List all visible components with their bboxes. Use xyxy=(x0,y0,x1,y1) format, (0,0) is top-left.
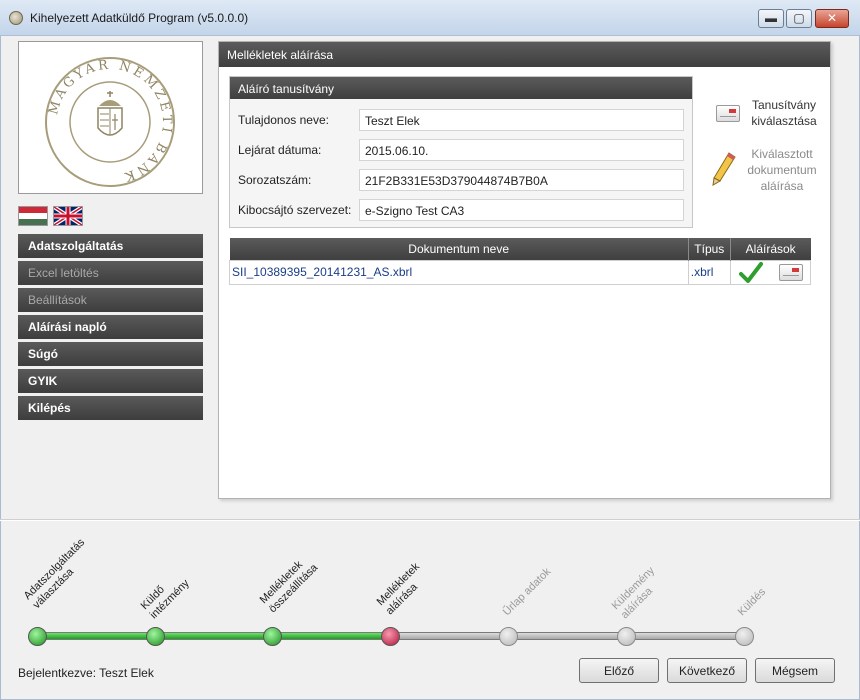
pencil-icon xyxy=(712,152,736,186)
step-label-1: Adatszolgáltatás választása xyxy=(21,536,88,612)
step-dot-6 xyxy=(617,627,636,646)
close-button[interactable]: ✕ xyxy=(815,9,849,28)
mnb-logo: MAGYAR NEMZETI BANK xyxy=(18,41,203,194)
owner-name-field: Teszt Elek xyxy=(359,109,684,131)
column-header-type[interactable]: Típus xyxy=(688,238,731,260)
gb-flag-icon[interactable] xyxy=(53,206,83,226)
cert-label: Lejárat dátuma: xyxy=(238,143,322,157)
step-dot-7 xyxy=(735,627,754,646)
cancel-button[interactable]: Mégsem xyxy=(755,658,835,683)
minimize-button[interactable]: ▬ xyxy=(758,9,784,28)
document-type-cell: .xbrl xyxy=(687,259,731,285)
cert-row-owner: Tulajdonos neve: Teszt Elek xyxy=(230,109,694,131)
step-label-5: Űrlap adatok xyxy=(500,565,554,619)
logged-in-user: Teszt Elek xyxy=(99,666,154,680)
menu-item-alairasi-naplo[interactable]: Aláírási napló xyxy=(18,315,203,339)
window-title: Kihelyezett Adatküldő Program (v5.0.0.0) xyxy=(30,11,249,25)
step-label-6: Küldemény aláírása xyxy=(609,564,658,622)
login-status: Bejelentkezve: Teszt Elek xyxy=(18,666,154,680)
step-dot-1 xyxy=(28,627,47,646)
side-menu: Adatszolgáltatás Excel letöltés Beállítá… xyxy=(18,234,203,423)
menu-item-excel-letoltes[interactable]: Excel letöltés xyxy=(18,261,203,285)
panel-title: Mellékletek aláírása xyxy=(219,42,830,67)
column-header-signatures[interactable]: Aláírások xyxy=(730,238,811,260)
progress-steps: Adatszolgáltatás választása Küldő intézm… xyxy=(0,530,860,650)
step-label-7: Küldés xyxy=(735,586,769,619)
certificate-icon xyxy=(716,105,740,122)
cert-label: Kibocsájtó szervezet: xyxy=(238,203,352,217)
step-dot-3 xyxy=(263,627,282,646)
select-certificate-label: Tanusítvány kiválasztása xyxy=(751,98,817,128)
column-header-name[interactable]: Dokumentum neve xyxy=(229,238,689,260)
cert-label: Tulajdonos neve: xyxy=(238,113,329,127)
maximize-button[interactable]: ▢ xyxy=(786,9,812,28)
progress-track-remaining xyxy=(394,632,746,640)
step-dot-4 xyxy=(381,627,400,646)
step-dot-2 xyxy=(146,627,165,646)
menu-item-beallitasok[interactable]: Beállítások xyxy=(18,288,203,312)
title-bar: Kihelyezett Adatküldő Program (v5.0.0.0)… xyxy=(0,0,860,36)
certificate-header: Aláíró tanusítvány xyxy=(230,77,692,99)
main-panel: Mellékletek aláírása Aláíró tanusítvány … xyxy=(218,41,831,499)
expiry-date-field: 2015.06.10. xyxy=(359,139,684,161)
select-certificate-button[interactable]: Tanusítvány kiválasztása xyxy=(716,97,822,131)
menu-item-adatszolgaltatas[interactable]: Adatszolgáltatás xyxy=(18,234,203,258)
documents-table: Dokumentum neve Típus Aláírások SII_1038… xyxy=(229,238,812,285)
signature-details-icon[interactable] xyxy=(778,263,803,281)
cert-row-expiry: Lejárat dátuma: 2015.06.10. xyxy=(230,139,694,161)
cert-row-serial: Sorozatszám: 21F2B331E53D379044874B7B0A xyxy=(230,169,694,191)
step-label-3: Mellékletek összeállítása xyxy=(257,558,321,616)
step-label-4: Mellékletek aláírása xyxy=(374,560,423,618)
signed-check-icon xyxy=(738,261,763,283)
sign-document-button[interactable]: Kiválasztott dokumentum aláírása xyxy=(711,146,823,194)
next-button[interactable]: Következő xyxy=(667,658,747,683)
login-status-label: Bejelentkezve: xyxy=(18,666,97,680)
close-icon: ✕ xyxy=(826,11,838,25)
issuer-field: e-Szigno Test CA3 xyxy=(359,199,684,221)
sign-document-label: Kiválasztott dokumentum aláírása xyxy=(747,147,817,193)
gb-flag-graphic xyxy=(54,207,82,225)
cert-label: Sorozatszám: xyxy=(238,173,312,187)
app-icon xyxy=(9,11,23,25)
maximize-icon: ▢ xyxy=(793,11,805,25)
mnb-seal-icon: MAGYAR NEMZETI BANK xyxy=(45,57,175,187)
signatures-cell xyxy=(729,259,812,285)
serial-number-field: 21F2B331E53D379044874B7B0A xyxy=(359,169,684,191)
menu-item-kilepes[interactable]: Kilépés xyxy=(18,396,203,420)
progress-track-done xyxy=(44,632,394,640)
minimize-icon: ▬ xyxy=(765,11,777,25)
step-label-2: Küldő intézmény xyxy=(138,577,192,622)
cert-row-issuer: Kibocsájtó szervezet: e-Szigno Test CA3 xyxy=(230,199,694,221)
table-header-row: Dokumentum neve Típus Aláírások xyxy=(229,238,811,260)
table-row[interactable]: SII_10389395_20141231_AS.xbrl .xbrl xyxy=(229,259,812,285)
step-dot-5 xyxy=(499,627,518,646)
menu-item-gyik[interactable]: GYIK xyxy=(18,369,203,393)
document-name-cell[interactable]: SII_10389395_20141231_AS.xbrl xyxy=(229,259,689,285)
divider xyxy=(0,519,860,521)
previous-button[interactable]: Előző xyxy=(579,658,659,683)
certificate-box: Aláíró tanusítvány Tulajdonos neve: Tesz… xyxy=(229,76,693,228)
hu-flag-icon[interactable] xyxy=(18,206,48,226)
menu-item-sugo[interactable]: Súgó xyxy=(18,342,203,366)
